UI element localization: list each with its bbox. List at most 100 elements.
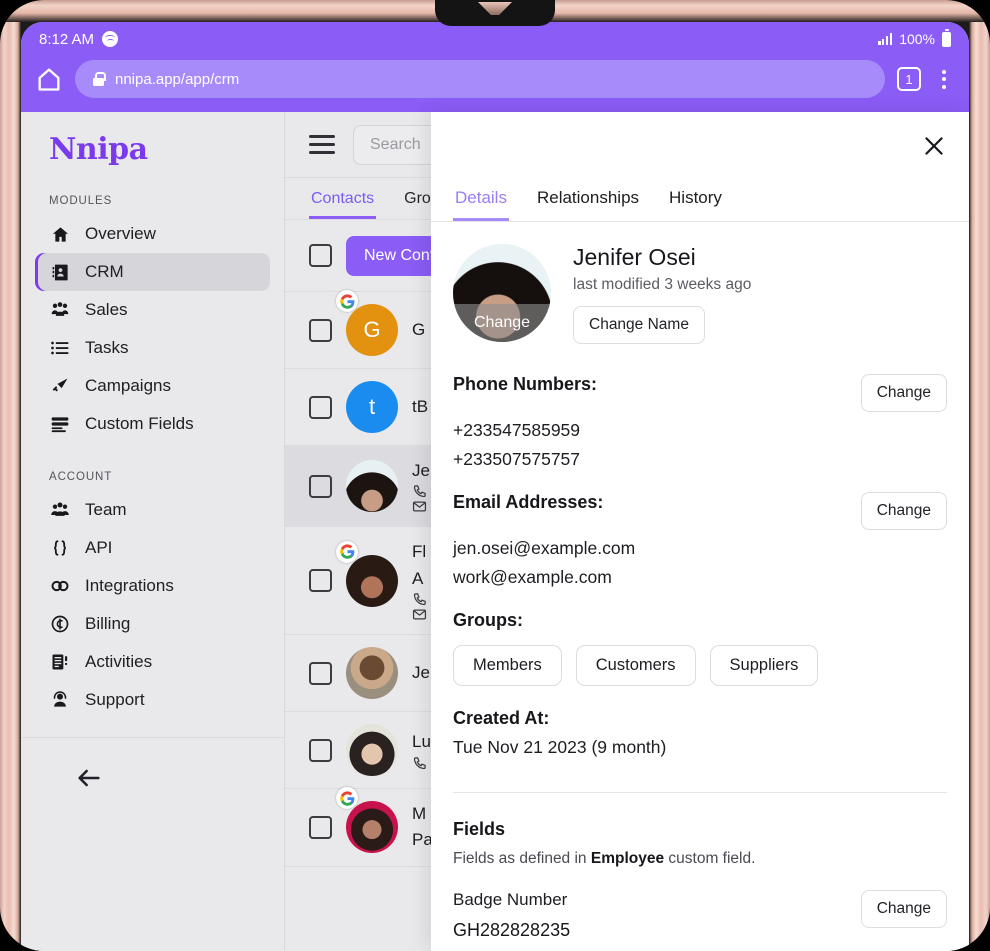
- created-at-label: Created At:: [453, 708, 550, 728]
- curly-braces-icon: [49, 538, 71, 558]
- url-input[interactable]: nnipa.app/app/crm: [75, 60, 885, 98]
- hamburger-menu-icon[interactable]: [309, 135, 335, 154]
- row-name: Je: [412, 662, 430, 682]
- google-badge-icon: [336, 290, 358, 312]
- sidebar-item-crm[interactable]: CRM: [35, 253, 270, 291]
- tab-count-label: 1: [905, 71, 913, 87]
- custom-field-value: GH282828235: [453, 920, 571, 940]
- row-content: M Pa: [412, 801, 433, 854]
- row-content: Je: [412, 458, 430, 514]
- avatar-photo: [346, 724, 398, 777]
- sidebar-item-team[interactable]: Team: [35, 491, 270, 529]
- status-bar-right: 100%: [878, 29, 951, 47]
- spotify-icon: [102, 31, 119, 47]
- close-x-icon[interactable]: [921, 133, 947, 159]
- row-checkbox[interactable]: [309, 474, 332, 498]
- overflow-menu-icon[interactable]: [933, 69, 955, 89]
- row-phone: [412, 484, 430, 499]
- avatar[interactable]: Change: [453, 244, 551, 342]
- app-body: Nnipa MODULES Overview CRM Sales Tasks C…: [21, 112, 969, 951]
- avatar-photo: [346, 647, 398, 700]
- sidebar-item-label: API: [85, 538, 113, 557]
- phone-numbers-header: Phone Numbers: Change: [453, 374, 947, 412]
- sidebar-section-label-modules: MODULES: [49, 195, 113, 207]
- custom-field-name: Badge Number: [453, 890, 568, 909]
- avatar: G: [336, 290, 398, 356]
- row-checkbox[interactable]: [309, 244, 332, 267]
- custom-field-text: Badge Number GH282828235: [453, 890, 570, 941]
- row-name: G: [412, 319, 426, 339]
- tab-history[interactable]: History: [667, 180, 724, 221]
- change-phone-button[interactable]: Change: [860, 374, 947, 412]
- email-addresses-section: Email Addresses: Change jen.osei@example…: [453, 470, 947, 588]
- row-name-secondary: Pa: [412, 830, 433, 850]
- row-checkbox[interactable]: [309, 661, 332, 685]
- avatar: t: [346, 381, 398, 433]
- sidebar-item-api[interactable]: API: [35, 529, 270, 567]
- tab-contacts[interactable]: Contacts: [309, 178, 376, 219]
- row-email: [412, 499, 430, 514]
- avatar-initial: t: [346, 381, 398, 433]
- sidebar-item-label: Custom Fields: [85, 414, 194, 433]
- last-modified-text: last modified 3 weeks ago: [573, 276, 752, 293]
- sidebar-item-sales[interactable]: Sales: [35, 291, 270, 329]
- sidebar-item-label: Billing: [85, 614, 131, 633]
- sidebar-item-overview[interactable]: Overview: [35, 215, 270, 253]
- avatar-change-overlay[interactable]: Change: [453, 304, 551, 342]
- email-addresses-header: Email Addresses: Change: [453, 492, 947, 530]
- row-email: [412, 607, 427, 622]
- custom-field-badge-number: Badge Number GH282828235 Change: [453, 868, 947, 941]
- row-checkbox[interactable]: [309, 815, 332, 839]
- group-chip-suppliers[interactable]: Suppliers: [709, 645, 819, 686]
- avatar-photo: [346, 460, 398, 513]
- sidebar-item-support[interactable]: Support: [35, 681, 270, 719]
- activity-log-icon: [49, 652, 71, 672]
- avatar: [346, 460, 398, 513]
- row-phone: [412, 592, 427, 607]
- row-name: Fl: [412, 542, 427, 562]
- avatar: [336, 787, 398, 854]
- avatar-initial: G: [346, 304, 398, 356]
- group-chip-members[interactable]: Members: [453, 645, 562, 686]
- tab-count-button[interactable]: 1: [897, 67, 921, 91]
- contact-identity: Change Jenifer Osei last modified 3 week…: [453, 222, 947, 352]
- change-email-button[interactable]: Change: [860, 492, 947, 530]
- row-checkbox[interactable]: [309, 738, 332, 762]
- row-phone: [412, 756, 431, 771]
- group-chip-customers[interactable]: Customers: [575, 645, 696, 686]
- device-notch: [435, 0, 555, 26]
- row-checkbox[interactable]: [309, 318, 332, 342]
- change-name-button[interactable]: Change Name: [573, 306, 705, 344]
- stacked-layers-icon: [49, 414, 71, 434]
- sidebar-item-billing[interactable]: Billing: [35, 605, 270, 643]
- arrow-left-icon[interactable]: [21, 738, 284, 797]
- tab-relationships[interactable]: Relationships: [535, 180, 641, 221]
- sidebar-item-activities[interactable]: Activities: [35, 643, 270, 681]
- brand-logo[interactable]: Nnipa: [21, 112, 284, 167]
- sidebar-item-integrations[interactable]: Integrations: [35, 567, 270, 605]
- tab-details[interactable]: Details: [453, 180, 509, 221]
- home-icon[interactable]: [35, 65, 63, 93]
- avatar-change-label: Change: [473, 314, 531, 331]
- row-checkbox[interactable]: [309, 569, 332, 593]
- row-checkbox[interactable]: [309, 395, 332, 419]
- row-name: Lu: [412, 732, 431, 752]
- avatar-initial-label: G: [363, 317, 381, 342]
- sidebar-item-label: Integrations: [85, 576, 174, 595]
- sidebar-item-campaigns[interactable]: Campaigns: [35, 367, 270, 405]
- change-badge-number-button[interactable]: Change: [860, 890, 947, 928]
- row-name-secondary: A: [412, 568, 424, 588]
- fields-desc-prefix: Fields as defined in: [453, 850, 591, 867]
- fields-description: Fields as defined in Employee custom fie…: [453, 850, 947, 868]
- groups-label: Groups:: [453, 610, 523, 630]
- sidebar-item-tasks[interactable]: Tasks: [35, 329, 270, 367]
- battery-percent-label: 100%: [899, 31, 935, 47]
- sidebar-item-custom-fields[interactable]: Custom Fields: [35, 405, 270, 443]
- row-name: M: [412, 804, 427, 824]
- avatar: [346, 647, 398, 700]
- groups-chip-row: Members Customers Suppliers: [453, 645, 947, 686]
- fields-desc-suffix: custom field.: [664, 850, 756, 867]
- row-name: tB: [412, 396, 429, 416]
- battery-full-icon: [942, 29, 951, 47]
- phone-screen: 8:12 AM 100% nnipa.app/app/crm 1 Nnipa M…: [21, 22, 969, 951]
